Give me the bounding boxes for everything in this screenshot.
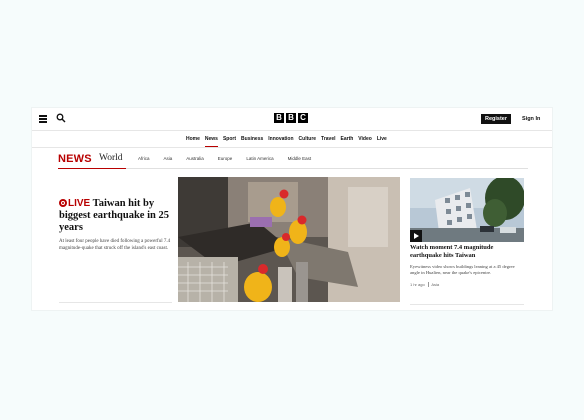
side-headline[interactable]: Watch moment 7.4 magnitude earthquake hi… (410, 244, 524, 260)
meta-separator (427, 282, 429, 287)
logo-letter: B (286, 113, 296, 123)
logo-letter: C (298, 113, 308, 123)
bbc-news-page: B B C Register Sign In Home News Sport B… (32, 108, 552, 310)
search-icon[interactable] (56, 113, 66, 123)
earthquake-rescue-image[interactable] (178, 177, 400, 302)
timestamp: 1 hr ago (410, 282, 425, 287)
region-tag[interactable]: Asia (431, 282, 439, 287)
world-section-title[interactable]: World (99, 153, 123, 163)
play-icon[interactable] (410, 230, 422, 242)
nav-item-culture[interactable]: Culture (299, 135, 317, 143)
sign-in-link[interactable]: Sign In (522, 114, 540, 124)
register-button[interactable]: Register (481, 114, 512, 124)
lead-summary: At least four people have died following… (59, 239, 171, 251)
nav-item-sport[interactable]: Sport (223, 135, 236, 143)
rescue-photo-illustration (178, 177, 400, 302)
region-link-australia[interactable]: Australia (186, 156, 204, 162)
divider (410, 304, 524, 305)
news-section-title[interactable]: NEWS (58, 153, 92, 165)
nav-item-news[interactable]: News (204, 135, 219, 147)
lead-headline[interactable]: LIVE Taiwan hit by biggest earthquake in… (59, 198, 172, 234)
logo-letter: B (274, 113, 284, 123)
divider (59, 302, 172, 303)
region-nav: Africa Asia Australia Europe Latin Ameri… (138, 156, 311, 162)
side-story[interactable]: Watch moment 7.4 magnitude earthquake hi… (410, 244, 524, 287)
video-thumbnail[interactable] (410, 178, 524, 242)
nav-item-home[interactable]: Home (186, 135, 200, 143)
side-summary: Eyewitness video shows buildings leaning… (410, 264, 515, 275)
main-nav: Home News Sport Business Innovation Cult… (32, 131, 552, 148)
story-meta: 1 hr ago Asia (410, 282, 524, 287)
region-link-latin-america[interactable]: Latin America (246, 156, 273, 162)
nav-item-earth[interactable]: Earth (341, 135, 354, 143)
region-link-middle-east[interactable]: Middle East (288, 156, 312, 162)
nav-item-video[interactable]: Video (358, 135, 372, 143)
region-link-europe[interactable]: Europe (218, 156, 233, 162)
nav-item-innovation[interactable]: Innovation (268, 135, 293, 143)
region-link-africa[interactable]: Africa (138, 156, 150, 162)
lead-story[interactable]: LIVE Taiwan hit by biggest earthquake in… (59, 198, 172, 252)
nav-item-business[interactable]: Business (241, 135, 263, 143)
bbc-logo[interactable]: B B C (274, 113, 308, 123)
nav-item-live[interactable]: Live (377, 135, 387, 143)
live-icon (59, 198, 67, 207)
section-header: NEWS World Africa Asia Australia Europe … (58, 150, 528, 169)
nav-item-travel[interactable]: Travel (321, 135, 335, 143)
region-link-asia[interactable]: Asia (164, 156, 173, 162)
section-underline (58, 168, 126, 169)
top-bar: B B C Register Sign In (32, 108, 552, 131)
menu-icon[interactable] (39, 115, 47, 123)
live-badge: LIVE (68, 198, 91, 209)
tilted-building-illustration (410, 178, 524, 242)
